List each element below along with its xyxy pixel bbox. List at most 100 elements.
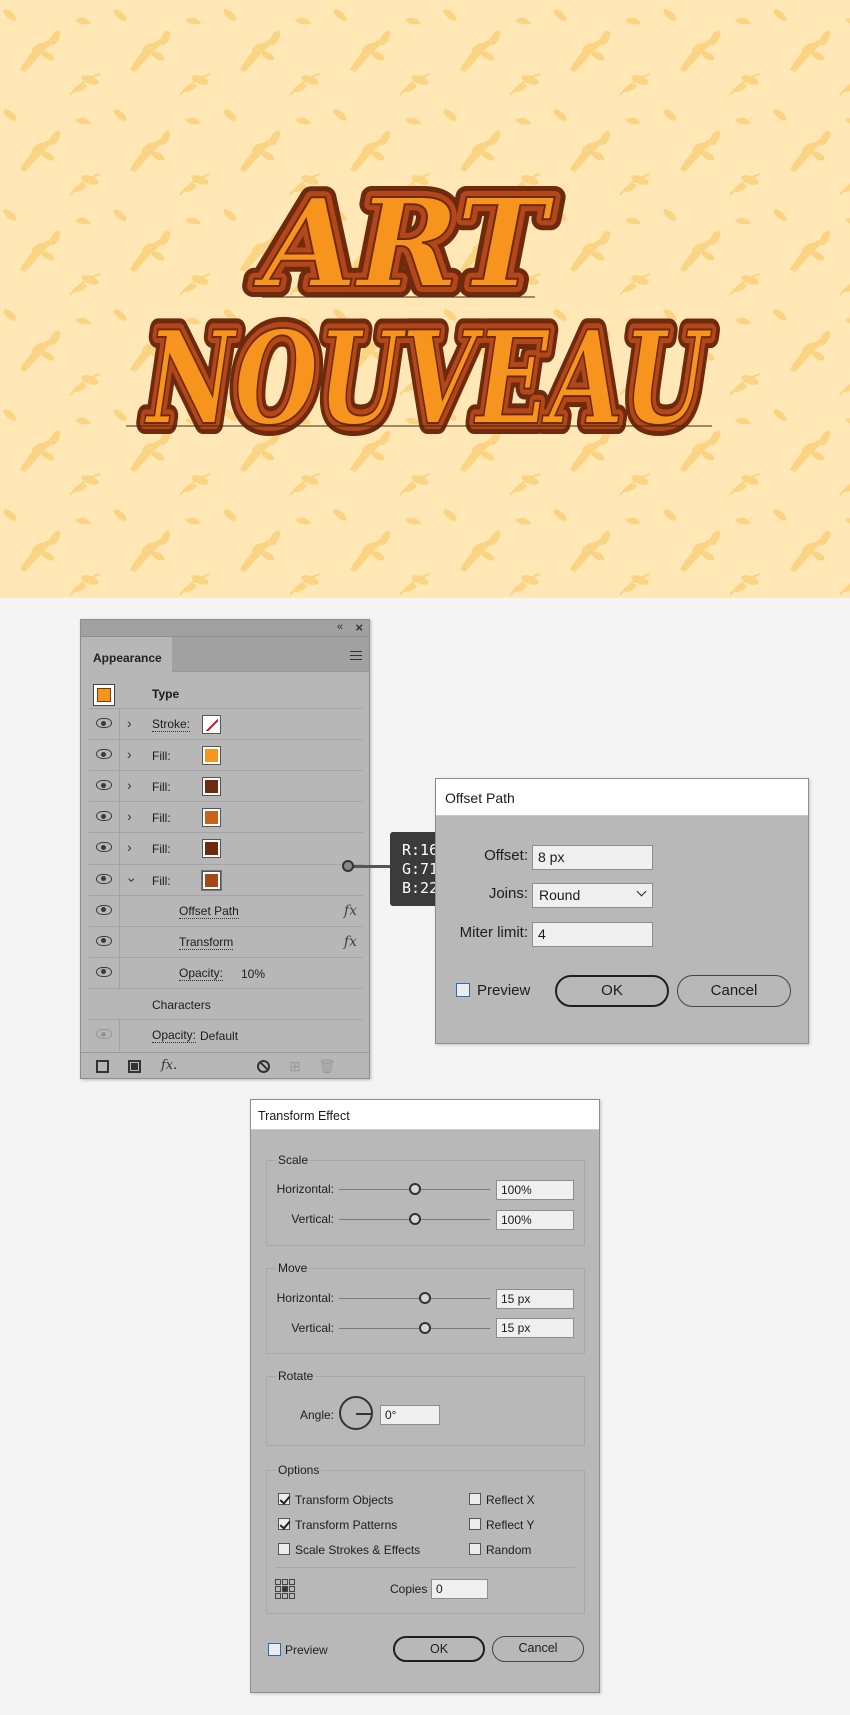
move-vertical-slider-thumb[interactable] [419, 1322, 432, 1334]
transform-objects-label: Transform Objects [295, 1493, 394, 1507]
appearance-row-fill[interactable]: › Fill: [89, 740, 363, 772]
fill-swatch[interactable] [202, 777, 221, 797]
eye-icon[interactable] [96, 749, 112, 760]
eye-icon[interactable] [96, 935, 112, 946]
effect-link-transform[interactable]: Transform [179, 935, 234, 950]
close-icon[interactable]: × [355, 620, 363, 635]
eye-icon[interactable] [96, 1029, 112, 1040]
add-stroke-icon[interactable] [96, 1060, 109, 1073]
transform-patterns-checkbox[interactable] [278, 1518, 290, 1530]
cancel-button[interactable]: Cancel [492, 1636, 584, 1662]
reference-point-icon[interactable] [275, 1579, 295, 1599]
joins-select[interactable]: Round [532, 883, 653, 908]
move-horizontal-label: Horizontal: [276, 1291, 334, 1305]
chevron-right-icon[interactable]: › [127, 715, 132, 731]
scale-horizontal-slider-thumb[interactable] [408, 1183, 421, 1195]
fill-swatch[interactable] [202, 808, 221, 828]
row-label: Characters [152, 997, 211, 1012]
random-label: Random [486, 1543, 532, 1557]
appearance-row-transform[interactable]: Transform fx [89, 926, 363, 958]
chevron-right-icon[interactable]: › [127, 746, 132, 762]
collapse-icon[interactable]: « [337, 621, 343, 633]
appearance-row-opacity-default[interactable]: Opacity: Default [89, 1020, 363, 1052]
opacity-link[interactable]: Opacity: [152, 1029, 197, 1044]
scale-vertical-slider-thumb[interactable] [408, 1213, 421, 1225]
fill-swatch[interactable] [202, 746, 221, 766]
eye-icon[interactable] [96, 780, 112, 791]
scale-vertical-input[interactable]: 100% [496, 1210, 574, 1230]
fx-icon: fx [343, 902, 357, 919]
ok-button[interactable]: OK [393, 1636, 485, 1662]
eye-icon[interactable] [96, 842, 112, 853]
row-label: Fill: [152, 842, 171, 857]
opacity-link[interactable]: Opacity: [179, 966, 224, 981]
preview-label: Preview [285, 1643, 328, 1657]
angle-input[interactable]: 0° [380, 1405, 440, 1425]
trash-icon[interactable]: 🗑 [318, 1058, 336, 1075]
reflect-x-checkbox[interactable] [469, 1493, 481, 1505]
appearance-row-characters[interactable]: Characters [89, 989, 363, 1021]
scale-horizontal-input[interactable]: 100% [496, 1180, 574, 1200]
miter-limit-input[interactable]: 4 [532, 922, 653, 947]
panel-titlebar[interactable]: « × [81, 620, 369, 637]
eye-icon[interactable] [96, 904, 112, 915]
move-horizontal-slider-thumb[interactable] [419, 1292, 432, 1304]
move-horizontal-slider-track[interactable] [339, 1298, 490, 1299]
preview-checkbox[interactable] [456, 983, 470, 997]
move-horizontal-input[interactable]: 15 px [496, 1289, 574, 1309]
stroke-swatch[interactable] [202, 715, 221, 735]
eye-icon[interactable] [96, 718, 112, 729]
chevron-right-icon[interactable]: › [127, 808, 132, 824]
appearance-row-fill[interactable]: › Fill: [89, 802, 363, 834]
ok-button[interactable]: OK [555, 975, 669, 1007]
scale-strokes-label: Scale Strokes & Effects [295, 1543, 421, 1557]
clear-appearance-icon[interactable] [257, 1060, 270, 1073]
row-label[interactable]: Stroke: [152, 718, 191, 733]
dialog-title: Offset Path [436, 779, 808, 816]
fx-icon: fx [343, 933, 357, 950]
eye-icon[interactable] [96, 966, 112, 977]
appearance-row-fill[interactable]: › Fill: [89, 771, 363, 803]
appearance-list: Type › Stroke: › Fill: › Fill: › Fill: ›… [89, 678, 363, 1052]
chevron-down-icon [636, 886, 647, 897]
move-group [266, 1268, 585, 1354]
appearance-row-fill-expanded[interactable]: › Fill: [89, 864, 363, 896]
reflect-y-label: Reflect Y [486, 1518, 535, 1532]
eye-icon[interactable] [96, 873, 112, 884]
appearance-row-offset-path[interactable]: Offset Path fx [89, 895, 363, 927]
effect-link-offset-path[interactable]: Offset Path [179, 904, 239, 919]
scale-strokes-checkbox[interactable] [278, 1543, 290, 1555]
type-swatch[interactable] [93, 684, 115, 706]
scale-group [266, 1160, 585, 1246]
fill-swatch[interactable] [202, 839, 221, 859]
copies-input[interactable]: 0 [431, 1579, 488, 1599]
move-vertical-slider-track[interactable] [339, 1328, 490, 1329]
chevron-right-icon[interactable]: › [127, 777, 132, 793]
duplicate-item-icon[interactable]: ⊞ [289, 1058, 301, 1075]
fx-menu-icon[interactable]: fx. [161, 1058, 177, 1073]
panel-menu-icon[interactable] [350, 651, 362, 660]
offset-input[interactable]: 8 px [532, 845, 653, 870]
cancel-button[interactable]: Cancel [677, 975, 791, 1007]
add-fill-icon[interactable] [128, 1060, 141, 1073]
eye-icon[interactable] [96, 811, 112, 822]
appearance-row-type[interactable]: Type [89, 678, 363, 710]
angle-dial[interactable] [339, 1396, 373, 1430]
reflect-y-checkbox[interactable] [469, 1518, 481, 1530]
fill-swatch[interactable] [202, 870, 221, 890]
preview-checkbox[interactable] [268, 1643, 281, 1656]
row-label: Fill: [152, 780, 171, 795]
move-vertical-label: Vertical: [291, 1321, 334, 1335]
move-vertical-input[interactable]: 15 px [496, 1318, 574, 1338]
appearance-row-stroke[interactable]: › Stroke: [89, 709, 363, 741]
art-title: ART [253, 171, 556, 315]
random-checkbox[interactable] [469, 1543, 481, 1555]
appearance-row-opacity[interactable]: Opacity: 10% [89, 957, 363, 989]
reflect-x-label: Reflect X [486, 1493, 535, 1507]
chevron-right-icon[interactable]: › [127, 839, 132, 855]
appearance-row-fill[interactable]: › Fill: [89, 833, 363, 865]
transform-objects-checkbox[interactable] [278, 1493, 290, 1505]
chevron-down-icon[interactable]: › [124, 877, 140, 882]
tab-appearance[interactable]: Appearance [81, 637, 172, 672]
angle-label: Angle: [299, 1408, 334, 1422]
